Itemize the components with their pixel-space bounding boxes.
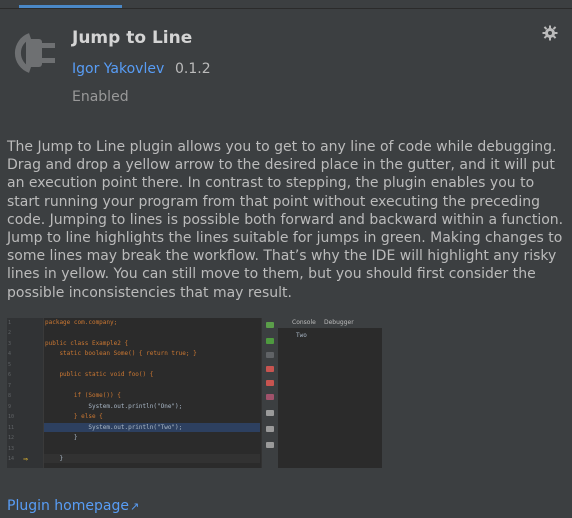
settings-icon <box>266 426 274 432</box>
line-number: 13 <box>8 446 15 452</box>
tab-console: Console <box>292 319 316 326</box>
code-line: } <box>45 434 78 441</box>
pin-icon <box>266 442 274 448</box>
code-line: static boolean Some() { return true; } <box>45 350 197 357</box>
plugin-homepage-link[interactable]: Plugin homepage <box>7 498 129 514</box>
jump-arrow-icon: ⇒ <box>23 456 29 463</box>
console-output: Two <box>296 332 307 339</box>
code-line: } <box>45 455 64 462</box>
line-number: 7 <box>8 383 12 389</box>
mute-breakpoints-icon <box>266 394 274 400</box>
gear-icon[interactable] <box>542 25 558 41</box>
code-line: System.out.println("One"); <box>45 403 183 410</box>
code-line: public class Example2 { <box>45 340 129 347</box>
plugin-screenshot: 1 2 3 4 5 6 7 8 9 10 11 12 13 14 ⇒ packa… <box>7 318 382 468</box>
line-number: 12 <box>8 435 15 441</box>
plugin-icon <box>14 33 55 73</box>
code-editor: package com.company; public class Exampl… <box>45 318 260 468</box>
code-line: public static void foo() { <box>45 371 154 378</box>
resume-icon <box>266 338 274 344</box>
plugin-description: The Jump to Line plugin allows you to ge… <box>7 139 564 301</box>
selected-tab-indicator <box>19 5 122 8</box>
line-number: 3 <box>8 341 12 347</box>
code-line: if (Some()) { <box>45 392 121 399</box>
pause-icon <box>266 352 274 358</box>
line-number: 8 <box>8 393 12 399</box>
vendor-link[interactable]: Igor Yakovlev <box>72 61 164 77</box>
code-line: } else { <box>45 413 103 420</box>
line-number: 10 <box>8 414 15 420</box>
rerun-icon <box>266 322 274 328</box>
line-number: 1 <box>8 320 12 326</box>
line-number: 6 <box>8 372 12 378</box>
line-number: 4 <box>8 351 12 357</box>
line-number: 11 <box>8 425 15 431</box>
line-number: 5 <box>8 362 12 368</box>
plugin-title: Jump to Line <box>72 28 193 48</box>
breakpoints-icon <box>266 380 274 386</box>
plugin-version: 0.1.2 <box>175 61 211 77</box>
debug-panel: Console Debugger Two <box>278 318 382 468</box>
tab-debugger: Debugger <box>324 319 354 326</box>
plugin-status: Enabled <box>72 89 129 105</box>
line-number: 14 <box>8 456 15 462</box>
camera-icon <box>266 410 274 416</box>
code-line: package com.company; <box>45 319 118 326</box>
code-line: System.out.println("Two"); <box>45 424 183 431</box>
external-link-icon: ↗ <box>130 500 140 513</box>
stop-icon <box>266 366 274 372</box>
line-number: 2 <box>8 330 12 336</box>
panel-tabs: Console Debugger <box>278 318 382 328</box>
debug-toolbar <box>261 318 278 468</box>
line-number: 9 <box>8 404 12 410</box>
screenshot-gutter: 1 2 3 4 5 6 7 8 9 10 11 12 13 14 ⇒ <box>7 318 44 468</box>
